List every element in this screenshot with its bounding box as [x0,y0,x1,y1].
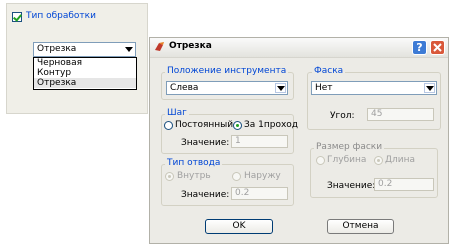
chevron-down-icon[interactable] [275,83,286,93]
step-value-field[interactable]: 1 [231,135,288,148]
processing-type-dropdown: Черновая Контур Отрезка [33,57,137,90]
ok-button[interactable]: OK [205,219,273,234]
retract-inside-radio[interactable] [165,172,174,181]
retract-inside-label: Внутрь [177,171,211,181]
tool-position-title: Положение инструмента [165,66,289,76]
cancel-button[interactable]: Отмена [327,219,394,234]
retract-value-label: Значение: [181,190,230,200]
processing-type-label: Тип обработки [26,11,96,21]
chamfer-angle-label: Угол: [330,111,355,121]
chamfer-value: Нет [315,83,333,93]
retract-outside-radio[interactable] [232,172,241,181]
dropdown-option-contour[interactable]: Контур [34,68,136,78]
step-value-label: Значение: [181,138,230,148]
close-button[interactable] [430,40,445,55]
dropdown-option-cutoff[interactable]: Отрезка [34,78,136,88]
step-one-pass-label: За 1проход [244,120,299,130]
tool-position-value: Слева [170,83,199,93]
chamfer-depth-label: Глубина [327,155,367,165]
step-constant-radio[interactable] [164,121,173,130]
chamfer-angle-field[interactable]: 45 [367,108,434,121]
retract-value-field[interactable]: 0.2 [231,187,288,200]
retract-type-title: Тип отвода [165,158,223,168]
chamfer-size-title: Размер фаски [314,142,385,152]
chamfer-size-value-field[interactable]: 0.2 [374,178,434,191]
step-constant-label: Постоянный [175,120,234,130]
processing-type-checkbox[interactable] [12,12,22,22]
close-icon [433,43,442,52]
chamfer-title: Фаска [312,66,346,76]
chevron-down-icon[interactable] [424,83,435,93]
step-title: Шаг [165,108,189,118]
chamfer-depth-radio[interactable] [316,156,325,165]
step-one-pass-radio[interactable] [233,121,242,130]
chamfer-length-radio[interactable] [374,156,383,165]
chamfer-size-value-label: Значение: [327,181,376,191]
retract-outside-label: Наружу [244,171,281,181]
chevron-down-icon[interactable] [125,47,133,52]
dialog-title: Отрезка [169,41,212,51]
dropdown-option-rough[interactable]: Черновая [34,58,136,68]
tool-position-combo[interactable]: Слева [166,81,288,95]
chamfer-length-label: Длина [385,155,416,165]
processing-type-combo[interactable]: Отрезка [33,42,136,57]
dialog-titlebar: Отрезка ? [150,38,448,58]
help-button[interactable]: ? [412,40,427,55]
processing-type-combo-value: Отрезка [37,44,77,54]
app-icon [154,41,165,52]
cutoff-dialog: Отрезка ? Положение инструмента Слева Ша… [149,37,449,244]
chamfer-combo[interactable]: Нет [311,81,437,95]
